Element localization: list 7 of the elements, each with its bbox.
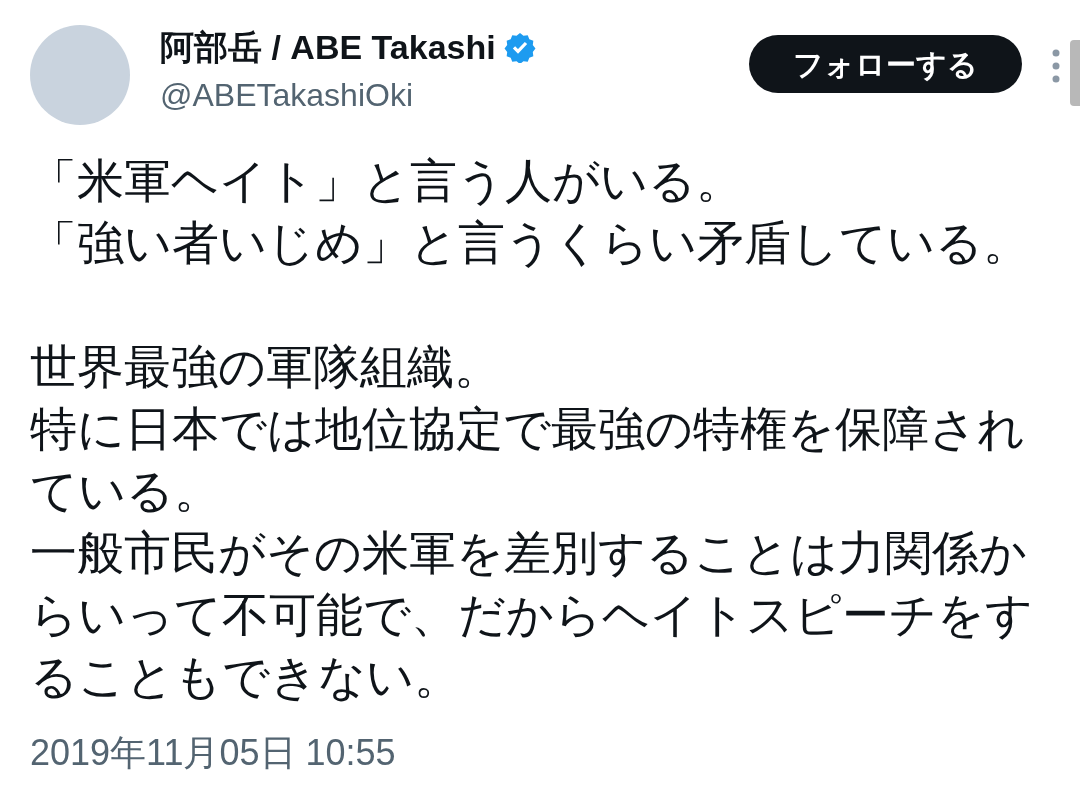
author-name[interactable]: 阿部岳 / ABE Takashi [160, 25, 496, 69]
timestamp[interactable]: 2019年11月05日 10:55 [0, 726, 1080, 780]
author-handle[interactable]: @ABETakashiOki [160, 73, 536, 117]
tweet-text: 「米軍ヘイト」と言う人がいる。 「強い者いじめ」と言うくらい矛盾している。 世界最強の軍隊組織。 特に日本では地位協定で最強の特権を保障され ている。 一般市民がその米軍を差別することは力関係か らいって不可能で、だからヘイトスピーチをす ることもできない。 [29, 153, 1034, 705]
more-options-icon[interactable] [1052, 49, 1060, 83]
follow-button[interactable]: フォローする [749, 35, 1022, 93]
scrollbar [1070, 40, 1080, 106]
